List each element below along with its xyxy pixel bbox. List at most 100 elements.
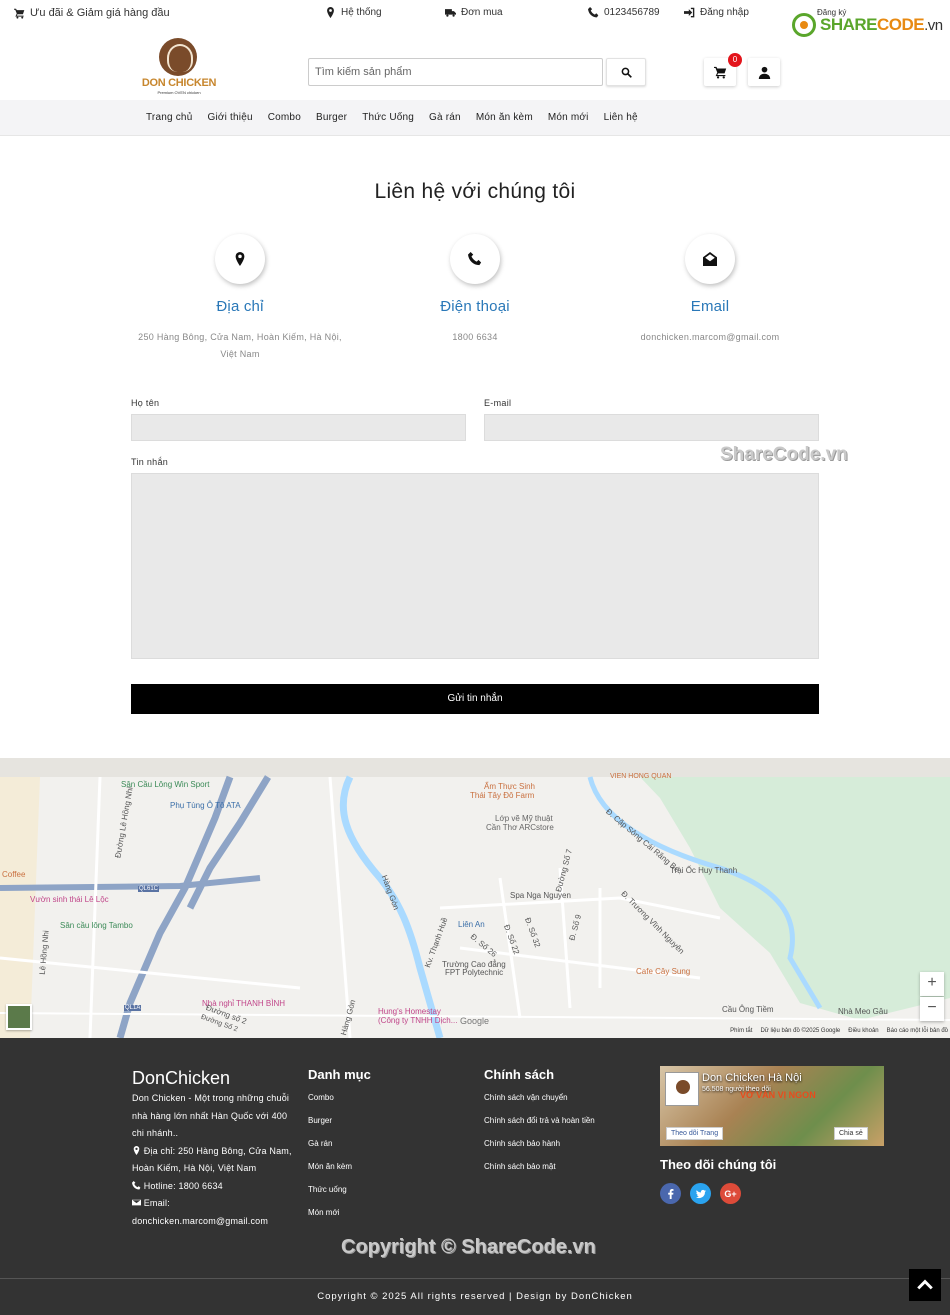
- nav-item-combo[interactable]: Combo: [268, 112, 301, 123]
- footer-email: Email:: [132, 1195, 292, 1213]
- footer-link-sides[interactable]: Món ăn kèm: [308, 1162, 352, 1185]
- map-zoom-out-button[interactable]: −: [920, 997, 944, 1021]
- phone-icon: [468, 252, 482, 266]
- footer-link-combo[interactable]: Combo: [308, 1093, 352, 1116]
- facebook-page-name[interactable]: Don Chicken Hà Nội: [702, 1072, 802, 1084]
- footer-policies: Chính sách vận chuyển Chính sách đổi trả…: [484, 1093, 595, 1185]
- map-label: Sân cầu lông Tambo: [60, 921, 133, 930]
- map-label: Lớp vẽ Mỹ thuật: [495, 814, 553, 823]
- map-label: Coffee: [2, 870, 26, 879]
- chevron-up-icon: [917, 1279, 933, 1290]
- footer-categories: Combo Burger Gà rán Món ăn kèm Thức uống…: [308, 1093, 352, 1231]
- map-terms-link[interactable]: Điều khoản: [848, 1028, 878, 1034]
- sharecode-code: CODE: [877, 15, 925, 34]
- map-marker-icon: [327, 7, 334, 18]
- footer-link-burger[interactable]: Burger: [308, 1116, 352, 1139]
- account-button[interactable]: [748, 58, 780, 86]
- google-logo: Google: [460, 1016, 490, 1026]
- map-label: Thái Tây Đô Farm: [470, 791, 535, 800]
- email-title: Email: [690, 298, 730, 315]
- footer-link-refund-policy[interactable]: Chính sách đổi trả và hoàn tiền: [484, 1116, 595, 1139]
- map-label: Nhà Meo Gâu: [838, 1007, 888, 1016]
- map-attribution: Phím tắt Dữ liệu bản đồ ©2025 Google Điề…: [730, 1028, 948, 1034]
- logo-name: DON CHICKEN: [141, 77, 217, 89]
- nav-item-contact[interactable]: Liên hệ: [604, 112, 638, 123]
- footer-link-new[interactable]: Món mới: [308, 1208, 352, 1231]
- map-label: Hung's Homestay: [378, 1007, 441, 1016]
- google-plus-link[interactable]: G+: [720, 1183, 741, 1204]
- login-link[interactable]: Đăng nhập: [684, 7, 749, 18]
- phone-label: 0123456789: [604, 7, 660, 18]
- twitter-link[interactable]: [690, 1183, 711, 1204]
- cart-icon: [713, 66, 726, 79]
- footer-brand: DonChicken: [132, 1068, 231, 1088]
- map-label: Phụ Tùng Ô Tô ATA: [170, 801, 241, 810]
- nav-item-drinks[interactable]: Thức Uống: [362, 112, 414, 123]
- nav-item-new[interactable]: Món mới: [548, 112, 589, 123]
- cart-icon: [14, 8, 25, 19]
- copyright: Copyright © 2025 All rights reserved | D…: [317, 1291, 633, 1302]
- footer-email-label: Email:: [143, 1198, 170, 1208]
- message-field[interactable]: [131, 473, 819, 659]
- name-field[interactable]: [131, 414, 466, 441]
- nav-item-burger[interactable]: Burger: [316, 112, 347, 123]
- truck-icon: [445, 9, 456, 17]
- footer-link-drinks[interactable]: Thức uống: [308, 1185, 352, 1208]
- nav-item-fried-chicken[interactable]: Gà rán: [429, 112, 461, 123]
- footer-link-warranty-policy[interactable]: Chính sách bảo hành: [484, 1139, 595, 1162]
- map-label: Cầu Ông Tiềm: [722, 1005, 774, 1014]
- footer-email-value[interactable]: donchicken.marcom@gmail.com: [132, 1213, 292, 1231]
- footer-categories-title: Danh mục: [308, 1067, 371, 1082]
- map-label: Ẩm Thực Sinh: [484, 782, 536, 791]
- footer-description: Don Chicken - Một trong những chuỗi nhà …: [132, 1093, 290, 1138]
- message-label: Tin nhắn: [131, 457, 169, 467]
- cart-count-badge: 0: [728, 53, 742, 67]
- login-label: Đăng nhập: [700, 7, 749, 18]
- copyright-watermark: Copyright © ShareCode.vn: [341, 1236, 596, 1258]
- sharecode-suffix: .vn: [924, 17, 943, 34]
- map-report-link[interactable]: Báo cáo một lỗi bản đồ: [887, 1028, 948, 1034]
- footer-address-text: Địa chỉ: 250 Hàng Bông, Cửa Nam, Hoàn Ki…: [132, 1145, 292, 1174]
- nav-item-home[interactable]: Trang chủ: [146, 112, 192, 123]
- system-link[interactable]: Hệ thống: [325, 7, 382, 18]
- search-input[interactable]: [308, 58, 603, 86]
- map-label: (Công ty TNHH Dịch...: [378, 1016, 458, 1025]
- facebook-follow-button[interactable]: Theo dõi Trang: [666, 1127, 724, 1140]
- promo-text: Ưu đãi & Giảm giá hàng đầu: [30, 7, 170, 19]
- send-message-button[interactable]: Gửi tin nhắn: [131, 684, 819, 714]
- follow-us-title: Theo dõi chúng tôi: [660, 1157, 777, 1172]
- facebook-page-widget[interactable]: Don Chicken Hà Nội 56.508 người theo dõi…: [660, 1066, 884, 1146]
- back-to-top-button[interactable]: [909, 1269, 941, 1301]
- address-icon-circle: [215, 234, 265, 284]
- system-label: Hệ thống: [341, 7, 382, 18]
- search-icon: [621, 67, 632, 78]
- phone-link[interactable]: 0123456789: [588, 7, 660, 18]
- email-field[interactable]: [484, 414, 819, 441]
- footer-link-fried-chicken[interactable]: Gà rán: [308, 1139, 352, 1162]
- footer-link-privacy-policy[interactable]: Chính sách bảo mật: [484, 1162, 595, 1185]
- map-zoom-in-button[interactable]: +: [920, 972, 944, 996]
- orders-link[interactable]: Đơn mua: [445, 7, 503, 18]
- nav-item-sides[interactable]: Món ăn kèm: [476, 112, 533, 123]
- facebook-page-avatar: [665, 1072, 699, 1106]
- map-label: FPT Polytechnic: [445, 968, 504, 977]
- footer-hotline: Hotline: 1800 6634: [132, 1178, 292, 1196]
- footer-link-shipping-policy[interactable]: Chính sách vận chuyển: [484, 1093, 595, 1116]
- facebook-link[interactable]: [660, 1183, 681, 1204]
- nav-item-about[interactable]: Giới thiệu: [207, 112, 252, 123]
- sharecode-share: SHARE: [820, 15, 878, 34]
- facebook-icon: [667, 1188, 673, 1199]
- facebook-cover-slogan: VỚ VÀN VỊ NGON: [740, 1090, 816, 1100]
- site-logo[interactable]: DON CHICKEN Premium OVEN chicken: [136, 38, 222, 96]
- cart-button[interactable]: 0: [704, 53, 742, 86]
- envelope-open-icon: [703, 252, 717, 266]
- promo-link[interactable]: Ưu đãi & Giảm giá hàng đầu: [14, 7, 170, 19]
- search-button[interactable]: [606, 58, 646, 86]
- map-satellite-toggle[interactable]: [6, 1004, 32, 1030]
- footer-address: Địa chỉ: 250 Hàng Bông, Cửa Nam, Hoàn Ki…: [132, 1143, 292, 1178]
- map-label: Cần Thơ ARCstore: [486, 823, 554, 832]
- map-embed[interactable]: Sân Cầu Lông Win Sport Phụ Tùng Ô Tô ATA…: [0, 758, 950, 1038]
- address-value: 250 Hàng Bông, Cửa Nam, Hoàn Kiếm, Hà Nộ…: [120, 329, 360, 363]
- map-shortcuts-link[interactable]: Phím tắt: [730, 1028, 752, 1034]
- facebook-share-button[interactable]: Chia sẻ: [834, 1127, 868, 1140]
